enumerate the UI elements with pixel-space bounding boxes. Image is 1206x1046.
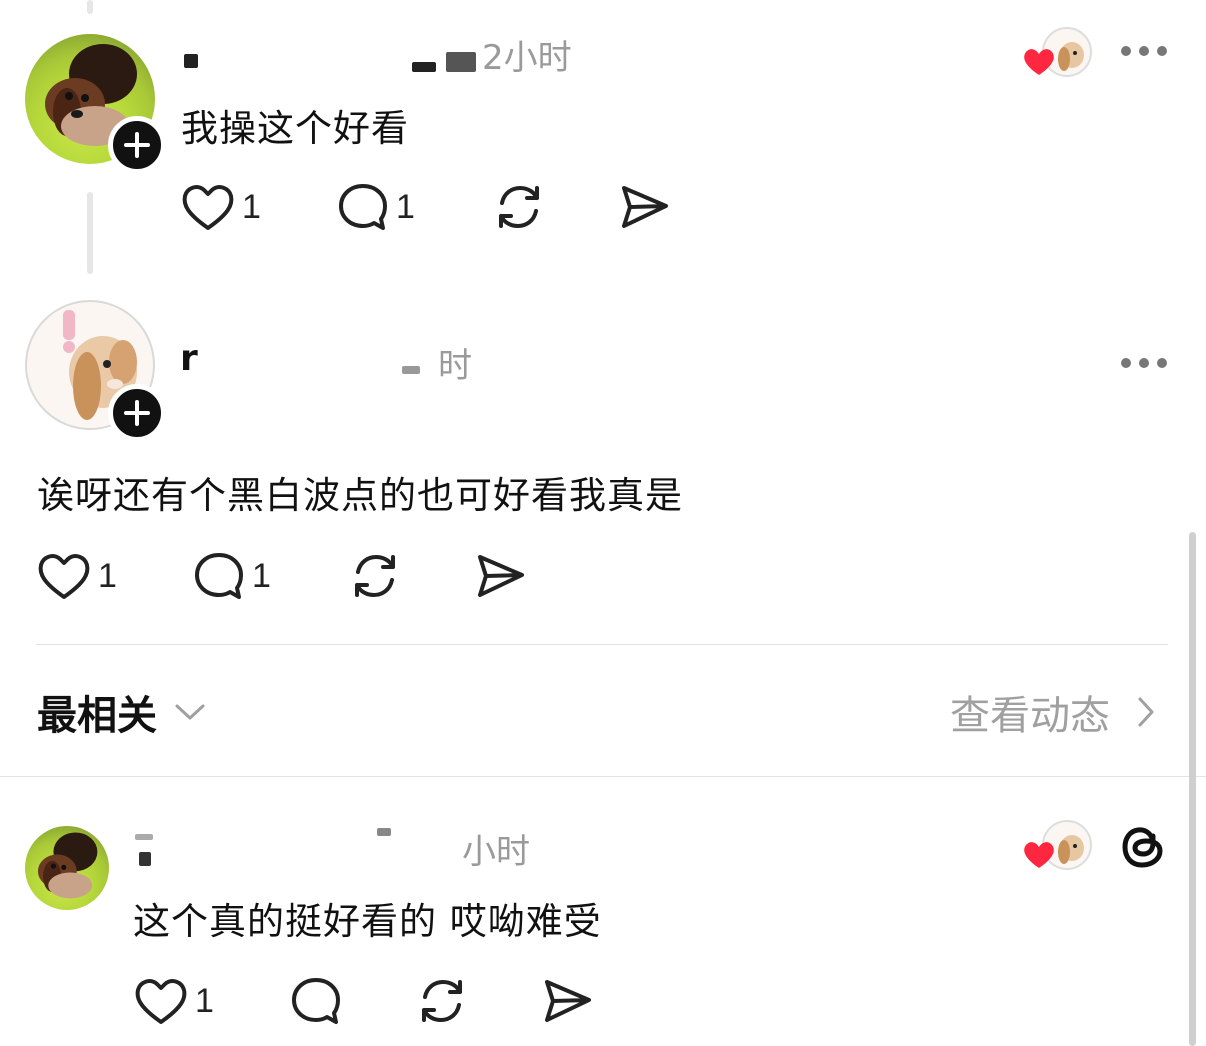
reply-count: 1 (252, 556, 271, 595)
share-icon (478, 555, 524, 597)
thread-line-top (87, 0, 93, 14)
heart-icon (38, 554, 90, 599)
view-activity-label: 查看动态 (950, 693, 1110, 739)
redacted-mark (446, 52, 476, 72)
share-button[interactable] (474, 550, 528, 602)
follow-button[interactable] (108, 116, 166, 174)
like-button[interactable]: 1 (180, 181, 336, 233)
like-count: 1 (242, 187, 261, 226)
like-count: 1 (195, 981, 214, 1020)
action-row: 1 1 (180, 181, 672, 233)
more-icon[interactable] (1121, 358, 1167, 368)
comment-icon (195, 553, 243, 599)
redacted-mark (412, 62, 436, 72)
chevron-right-icon (1138, 697, 1154, 727)
reply-button[interactable]: 1 (192, 550, 348, 602)
post-text: 我操这个好看 (181, 107, 409, 150)
heart-icon (182, 185, 234, 230)
share-button[interactable] (541, 975, 595, 1027)
repost-icon (355, 555, 395, 597)
username[interactable]: r (180, 338, 198, 379)
repost-button[interactable] (415, 975, 541, 1027)
repost-button[interactable] (348, 550, 474, 602)
heart-filled-icon (1024, 49, 1054, 75)
thread-line-1 (87, 192, 93, 274)
redacted-mark (402, 366, 420, 374)
share-icon (622, 186, 668, 228)
redacted-mark (184, 54, 198, 68)
share-icon (545, 980, 591, 1022)
follow-button[interactable] (108, 384, 166, 442)
post-text: 诶呀还有个黑白波点的也可好看我真是 (37, 474, 683, 517)
heart-icon (135, 979, 187, 1024)
username-redacted[interactable] (133, 826, 463, 866)
scrollbar[interactable] (1189, 532, 1196, 1046)
post-time: 时 (438, 346, 472, 386)
repost-icon (499, 186, 539, 228)
plus-icon (124, 132, 150, 158)
more-icon[interactable] (1121, 46, 1167, 56)
repost-icon (422, 980, 462, 1022)
redacted-mark (135, 834, 153, 840)
sort-label: 最相关 (37, 693, 157, 739)
action-row: 1 1 (36, 550, 528, 602)
reply-count: 1 (396, 187, 415, 226)
comment-icon (339, 184, 387, 230)
like-button[interactable]: 1 (133, 975, 289, 1027)
comment-icon (292, 978, 340, 1024)
section-divider (0, 776, 1206, 777)
threads-logo-icon[interactable] (1120, 822, 1166, 872)
repost-button[interactable] (492, 181, 618, 233)
action-row: 1 (133, 975, 595, 1027)
reply-button[interactable] (289, 975, 415, 1027)
username-redacted[interactable] (180, 36, 480, 72)
view-activity-link[interactable]: 查看动态 (950, 686, 1158, 739)
chevron-down-icon (175, 704, 205, 720)
redacted-mark (377, 828, 391, 836)
dog-photo (37, 832, 98, 899)
redacted-mark (139, 852, 151, 866)
share-button[interactable] (618, 181, 672, 233)
divider (36, 644, 1168, 645)
post-time: 小时 (462, 832, 530, 872)
like-count: 1 (98, 556, 117, 595)
plus-icon (124, 400, 150, 426)
like-button[interactable]: 1 (36, 550, 192, 602)
liked-by-badge[interactable] (1022, 820, 1092, 872)
avatar[interactable] (25, 826, 109, 910)
reply-text: 这个真的挺好看的 哎呦难受 (133, 900, 602, 943)
post-time: 2小时 (482, 38, 572, 78)
sort-dropdown[interactable]: 最相关 (37, 686, 207, 739)
reply-button[interactable]: 1 (336, 181, 492, 233)
liked-by-badge[interactable] (1022, 27, 1092, 79)
heart-filled-icon (1024, 842, 1054, 868)
